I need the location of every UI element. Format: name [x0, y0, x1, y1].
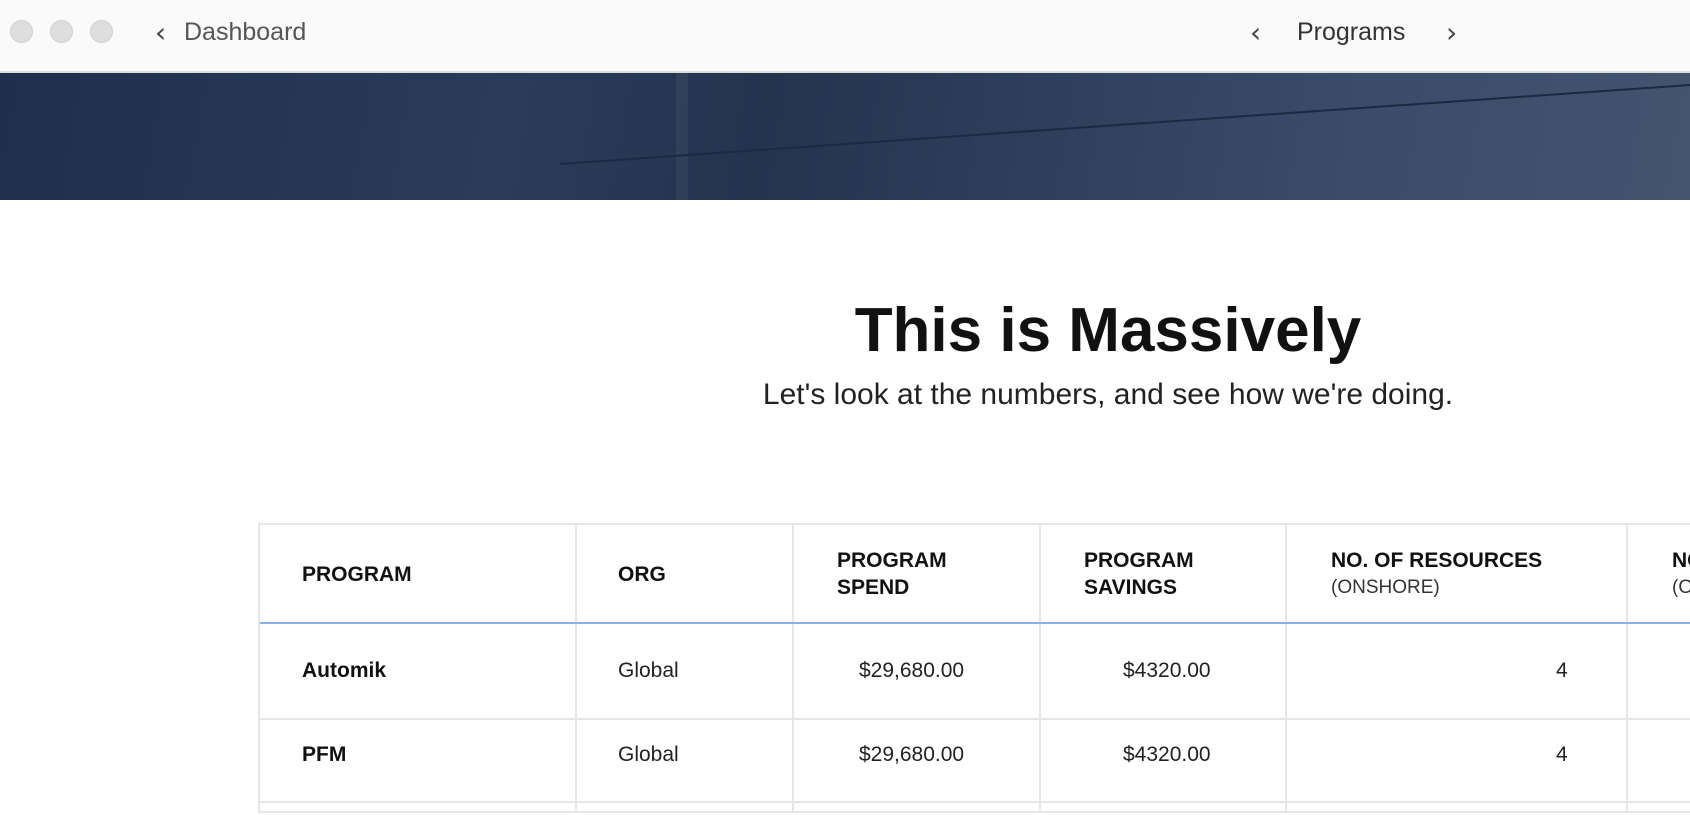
cell-program: Automik	[302, 659, 386, 682]
header-divider	[260, 622, 1690, 624]
cell-org: Global	[618, 743, 679, 766]
column-header-org[interactable]: ORG	[618, 561, 666, 588]
column-header-program-spend[interactable]: PROGRAM SPEND	[837, 547, 947, 601]
maximize-window-button[interactable]	[90, 20, 113, 43]
previous-section-button[interactable]: ‹	[1250, 16, 1261, 49]
page-subtitle: Let's look at the numbers, and see how w…	[762, 378, 1454, 411]
cell-program: PFM	[302, 743, 347, 766]
column-header-program[interactable]: PROGRAM	[302, 561, 412, 588]
cell-onshore: 4	[1556, 659, 1568, 682]
hero-banner-image	[0, 73, 1690, 200]
back-label: Dashboard	[184, 18, 307, 46]
close-window-button[interactable]	[10, 20, 33, 43]
title-bar: ‹ Dashboard ‹ Programs ›	[0, 0, 1690, 73]
cell-onshore: 4	[1556, 743, 1568, 766]
cell-spend: $29,680.00	[859, 659, 965, 682]
minimize-window-button[interactable]	[50, 20, 73, 43]
programs-table: PROGRAM ORG PROGRAM SPEND PROGRAM SAVINGS …	[258, 523, 1690, 813]
next-section-button[interactable]: ›	[1446, 16, 1457, 49]
column-header-program-savings[interactable]: PROGRAM SAVINGS	[1084, 547, 1194, 601]
column-header-resources-offshore[interactable]: NO(O	[1672, 547, 1690, 601]
cell-savings: $4320.00	[1123, 743, 1211, 766]
section-title: Programs	[1297, 18, 1406, 46]
cell-spend: $29,680.00	[859, 743, 965, 766]
cell-savings: $4320.00	[1123, 659, 1211, 682]
page-title: This is Massively	[854, 296, 1362, 365]
cell-org: Global	[618, 659, 679, 682]
chevron-left-icon: ‹	[155, 16, 167, 49]
column-header-resources-onshore[interactable]: NO. OF RESOURCES (ONSHORE)	[1331, 547, 1542, 601]
